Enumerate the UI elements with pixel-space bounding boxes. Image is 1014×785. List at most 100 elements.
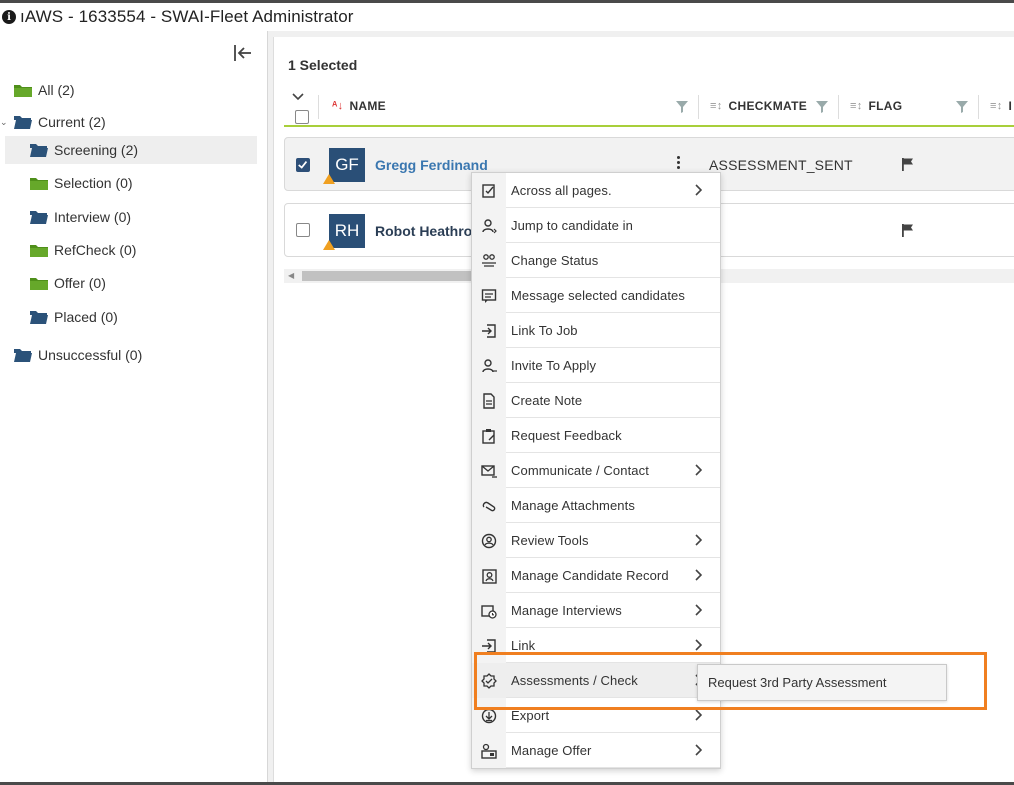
status-tree-sidebar: All (2) ⌄ Current (2) Screening (2) Sele… [0,31,268,782]
mail-send-icon [481,465,497,478]
scroll-left-icon[interactable]: ◀ [288,271,294,280]
sort-icon[interactable]: ≡↕ [710,100,723,112]
column-divider [978,95,979,119]
menu-item-label: Link To Job [511,323,578,338]
tree-item-label: Interview (0) [54,209,132,225]
chevron-right-icon [695,569,702,581]
paperclip-icon [482,501,496,512]
person-circle-icon [481,533,497,549]
menu-item-communicate-contact[interactable]: Communicate / Contact [472,453,720,488]
candidate-context-menu: Across all pages. Jump to candidate in Cha… [471,172,721,769]
column-divider [838,95,839,119]
menu-item-create-note[interactable]: Create Note [472,383,720,418]
tree-item-unsuccessful[interactable]: Unsuccessful (0) [14,341,142,369]
selected-count: 1 Selected [288,57,358,73]
candidate-name-link[interactable]: Robot Heathrow [375,223,483,239]
people-swap-icon [482,254,496,267]
sort-icon[interactable]: ≡↕ [990,100,1003,112]
chevron-down-icon[interactable] [292,93,304,101]
row-checkbox[interactable] [296,223,310,237]
column-header-flag[interactable]: ≡↕ FLAG [850,99,902,113]
tree-item-all[interactable]: All (2) [14,76,75,104]
menu-item-link-to-job[interactable]: Link To Job [472,313,720,348]
flag-icon[interactable] [901,223,915,237]
menu-item-label: Invite To Apply [511,358,597,373]
tree-item-offer[interactable]: Offer (0) [30,269,106,297]
menu-item-request-feedback[interactable]: Request Feedback [472,418,720,453]
row-checkbox[interactable] [296,158,310,172]
sort-az-icon[interactable]: ᴬ↓ [332,100,343,112]
menu-item-assessments-check[interactable]: Assessments / Check [472,663,720,698]
menu-item-manage-attachments[interactable]: Manage Attachments [472,488,720,523]
menu-item-label: Manage Candidate Record [511,568,669,583]
folder-open-icon [30,311,48,324]
person-arrow-icon [482,219,497,234]
tree-item-label: Current (2) [38,114,106,130]
tree-item-label: Offer (0) [54,275,106,291]
chevron-right-icon [695,184,702,196]
checklist-icon [482,184,495,198]
menu-item-label: Link [511,638,536,653]
assessments-submenu: Request 3rd Party Assessment [697,664,947,701]
menu-item-label: Review Tools [511,533,589,548]
info-icon[interactable]: i [2,10,16,24]
kebab-menu-icon[interactable] [677,156,681,172]
column-header-more[interactable]: ≡↕ I [990,99,1012,113]
tree-item-label: Selection (0) [54,175,133,191]
sort-icon[interactable]: ≡↕ [850,100,863,112]
menu-item-change-status[interactable]: Change Status [472,243,720,278]
menu-item-label: Manage Attachments [511,498,635,513]
filter-icon[interactable] [676,101,690,113]
menu-item-manage-candidate-record[interactable]: Manage Candidate Record [472,558,720,593]
menu-item-label: Jump to candidate in [511,218,633,233]
select-all-checkbox[interactable] [295,110,309,124]
menu-item-export[interactable]: Export [472,698,720,733]
collapse-sidebar-icon[interactable] [230,41,254,65]
tree-item-current[interactable]: Current (2) [14,108,106,136]
menu-item-message-selected-candidates[interactable]: Message selected candidates [472,278,720,313]
request-3rd-party-assessment-item[interactable]: Request 3rd Party Assessment [708,675,886,690]
menu-item-link[interactable]: Link [472,628,720,663]
filter-icon[interactable] [816,101,830,113]
column-header-checkmate[interactable]: ≡↕ CHECKMATE [710,99,807,113]
menu-item-invite-to-apply[interactable]: Invite To Apply [472,348,720,383]
download-circle-icon [481,708,497,724]
menu-item-review-tools[interactable]: Review Tools [472,523,720,558]
chevron-down-icon[interactable]: ⌄ [0,117,8,128]
menu-item-manage-interviews[interactable]: Manage Interviews [472,593,720,628]
tree-item-selection[interactable]: Selection (0) [30,169,133,197]
link-job-icon [482,324,496,338]
clipboard-edit-icon [482,429,495,444]
tree-item-screening[interactable]: Screening (2) [5,136,257,164]
badge-check-icon [481,673,497,689]
folder-icon [14,85,32,97]
chevron-right-icon [695,709,702,721]
chevron-right-icon [695,744,702,756]
menu-item-manage-offer[interactable]: Manage Offer [472,733,720,768]
tree-item-refcheck[interactable]: RefCheck (0) [30,236,136,264]
tree-item-label: Screening (2) [54,142,139,158]
flag-icon[interactable] [901,157,915,171]
column-header-name[interactable]: ᴬ↓ NAME [332,99,386,113]
grid-header-row: ᴬ↓ NAME ≡↕ CHECKMATE ≡↕ FLAG ≡↕ I [284,89,1014,127]
person-invite-icon [482,359,497,373]
folder-open-icon [30,144,48,157]
menu-item-label: Message selected candidates [511,288,685,303]
column-divider [318,95,319,119]
candidate-name-link[interactable]: Gregg Ferdinand [375,157,488,173]
filter-icon[interactable] [956,101,970,113]
folder-icon [30,278,48,290]
chevron-right-icon [695,604,702,616]
tree-item-interview[interactable]: Interview (0) [30,203,131,231]
menu-item-across-all-pages[interactable]: Across all pages. [472,173,720,208]
menu-item-label: Manage Offer [511,743,592,758]
contact-card-icon [482,569,497,584]
folder-open-icon [14,116,32,129]
message-icon [481,289,497,303]
menu-item-label: Create Note [511,393,583,408]
folder-icon [30,178,48,190]
menu-item-jump-to-candidate-in[interactable]: Jump to candidate in [472,208,720,243]
tree-item-placed[interactable]: Placed (0) [30,303,118,331]
tree-item-label: All (2) [38,82,75,98]
menu-item-label: Export [511,708,550,723]
